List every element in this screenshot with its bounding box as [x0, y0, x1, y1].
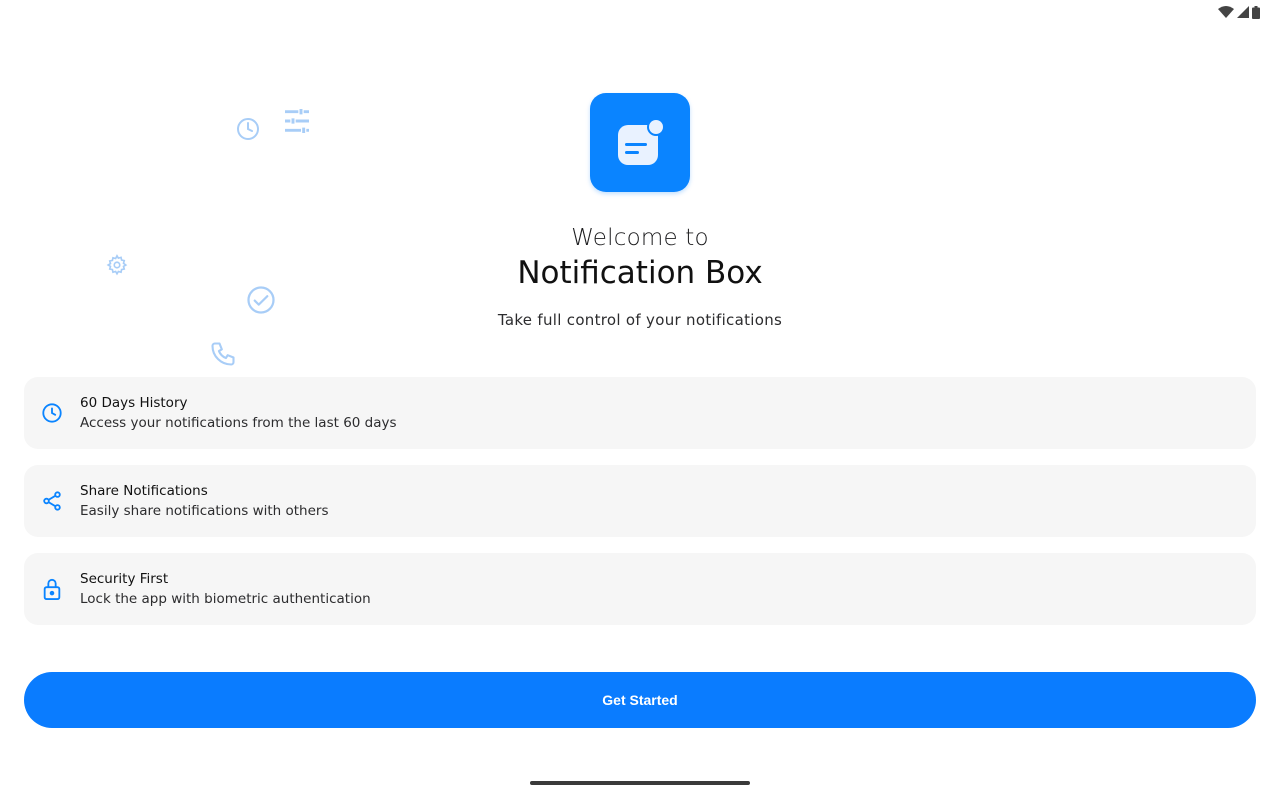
feature-title: 60 Days History: [80, 395, 188, 411]
feature-title: Security First: [80, 571, 169, 587]
feature-card-history: 60 Days History Access your notification…: [24, 377, 1256, 449]
get-started-button[interactable]: Get Started: [24, 672, 1256, 728]
welcome-text: Welcome to: [571, 225, 709, 251]
app-name: Notification Box: [517, 255, 763, 291]
feature-card-security: Security First Lock the app with biometr…: [24, 553, 1256, 625]
battery-icon: [1252, 5, 1260, 19]
tune-icon: [281, 105, 313, 137]
feature-description: Access your notifications from the last …: [80, 415, 397, 431]
clock-icon: [236, 117, 260, 141]
phone-icon: [209, 340, 237, 368]
lock-icon: [24, 577, 80, 601]
feature-card-share: Share Notifications Easily share notific…: [24, 465, 1256, 537]
feature-description: Easily share notifications with others: [80, 503, 329, 519]
navigation-handle[interactable]: [530, 781, 750, 785]
feature-title: Share Notifications: [80, 483, 208, 499]
share-icon: [24, 490, 80, 512]
status-bar: [1218, 4, 1260, 20]
tagline: Take full control of your notifications: [497, 311, 783, 329]
feature-description: Lock the app with biometric authenticati…: [80, 591, 371, 607]
notification-box-logo: [590, 93, 690, 192]
signal-icon: [1237, 6, 1249, 18]
history-clock-icon: [24, 402, 80, 424]
wifi-icon: [1218, 6, 1234, 18]
